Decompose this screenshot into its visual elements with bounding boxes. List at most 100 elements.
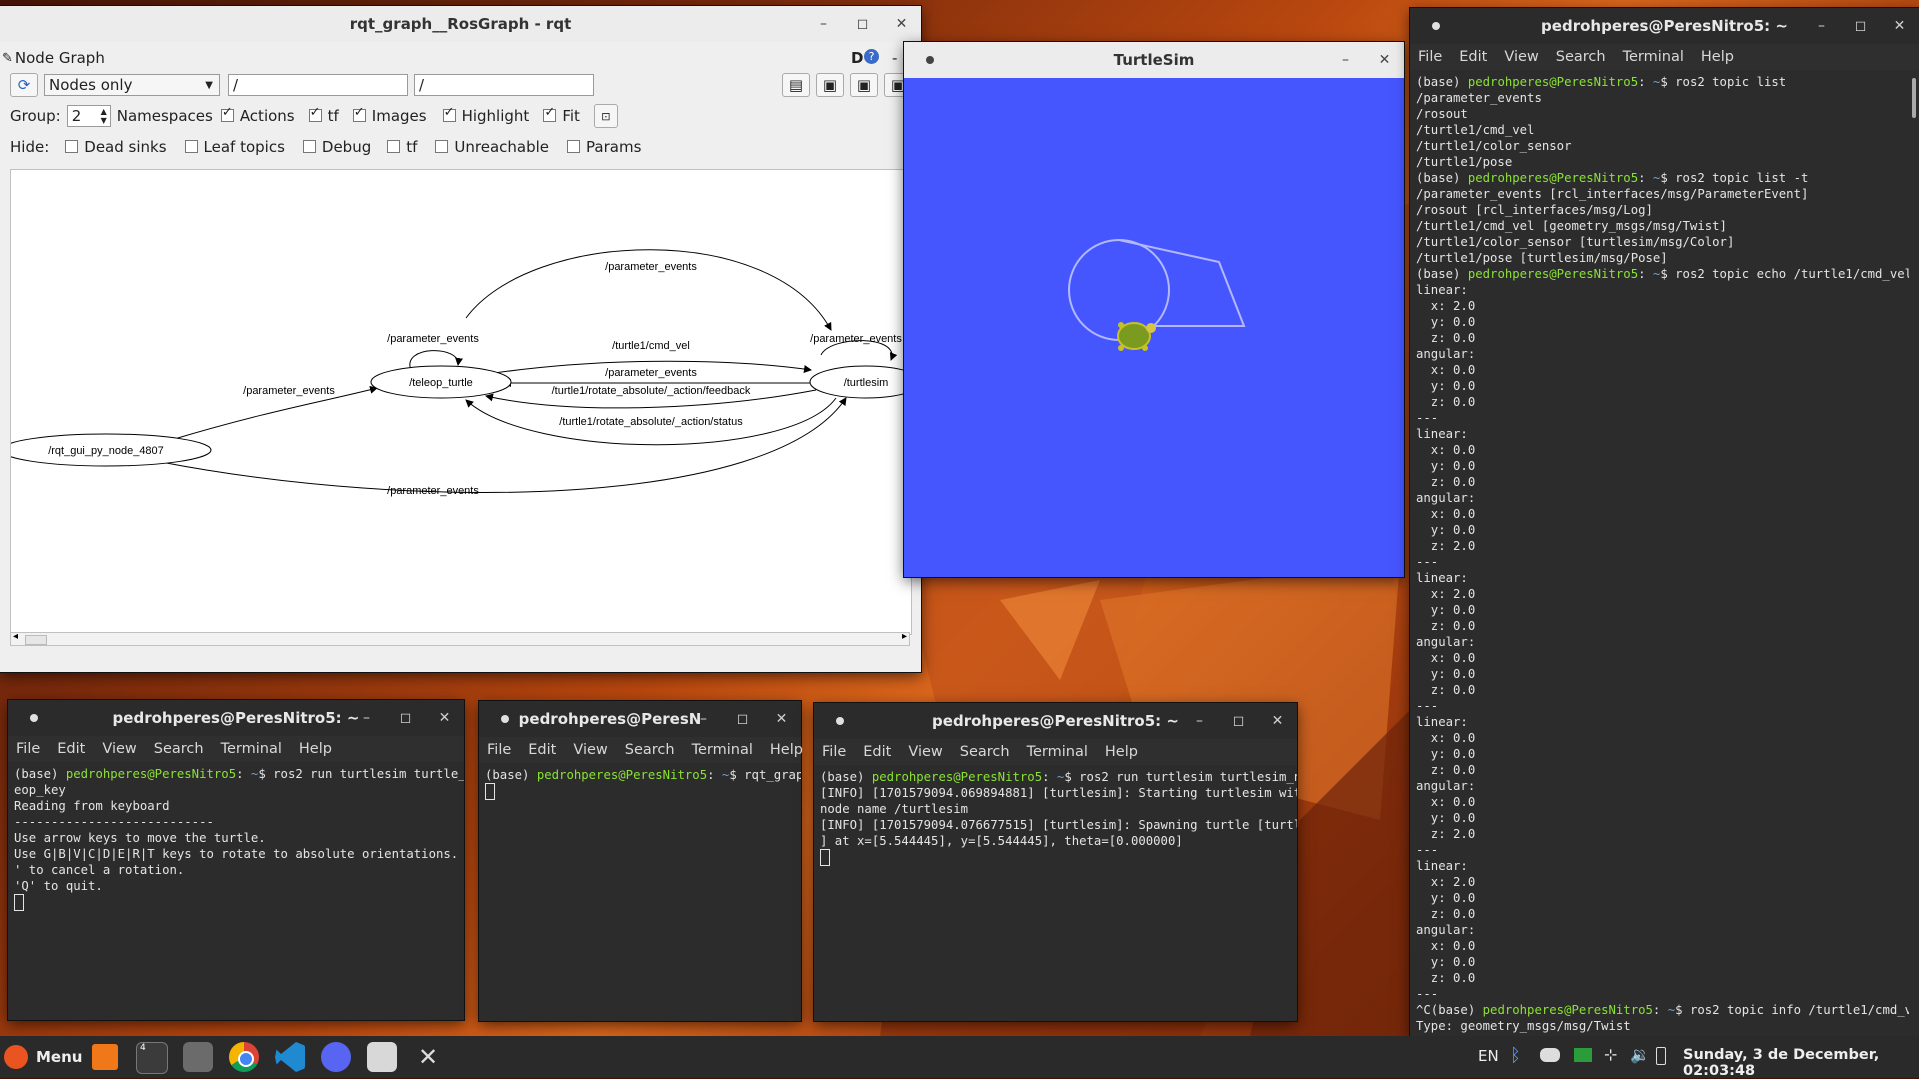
terminal-teleop-titlebar[interactable]: pedrohperes@PeresNitro5: ~ – ◻ ✕ bbox=[8, 700, 464, 736]
menu-help[interactable]: Help bbox=[1701, 49, 1734, 65]
tools-icon[interactable]: ✕ bbox=[413, 1042, 443, 1072]
highlight-checkbox[interactable]: Highlight bbox=[442, 105, 529, 125]
menu-view[interactable]: View bbox=[908, 744, 942, 760]
fit-view-button[interactable]: ⊡ bbox=[593, 104, 618, 128]
close-icon[interactable]: ✕ bbox=[1365, 52, 1404, 68]
terminal-right-output[interactable]: (base) pedrohperes@PeresNitro5: ~$ ros2 … bbox=[1410, 70, 1919, 1036]
tf-checkbox[interactable]: tf bbox=[308, 105, 339, 125]
window-menu-dot-icon[interactable] bbox=[501, 715, 509, 723]
menu-search[interactable]: Search bbox=[154, 741, 204, 757]
scroll-right-icon[interactable]: ▸ bbox=[902, 631, 907, 642]
menu-terminal[interactable]: Terminal bbox=[1027, 744, 1088, 760]
minimize-icon[interactable]: – bbox=[1180, 713, 1219, 729]
minimize-icon[interactable]: – bbox=[804, 16, 843, 32]
terminal-icon[interactable]: 4 bbox=[136, 1042, 168, 1074]
terminal-right-scrollbar[interactable] bbox=[1909, 70, 1919, 1036]
menu-help[interactable]: Help bbox=[770, 742, 803, 758]
menu-view[interactable]: View bbox=[102, 741, 136, 757]
menu-edit[interactable]: Edit bbox=[1459, 49, 1487, 65]
node-filter-input[interactable]: / bbox=[228, 74, 408, 96]
menu-search[interactable]: Search bbox=[1556, 49, 1606, 65]
unreachable-check[interactable] bbox=[435, 140, 449, 153]
spin-arrows-icon[interactable]: ▲ ▼ bbox=[101, 107, 107, 125]
turtlesim-titlebar[interactable]: TurtleSim – ✕ bbox=[904, 42, 1404, 78]
leaf-topics-check[interactable] bbox=[184, 140, 198, 153]
debug-checkbox[interactable]: Debug bbox=[302, 138, 371, 156]
chrome-icon[interactable] bbox=[229, 1042, 259, 1072]
menu-help[interactable]: Help bbox=[1105, 744, 1138, 760]
menu-terminal[interactable]: Terminal bbox=[1623, 49, 1684, 65]
window-menu-dot-icon[interactable] bbox=[836, 717, 844, 725]
image-viewer-icon[interactable] bbox=[367, 1042, 397, 1072]
maximize-icon[interactable]: ◻ bbox=[723, 711, 762, 727]
plugin-close-icon[interactable]: - bbox=[892, 49, 897, 67]
menu-terminal[interactable]: Terminal bbox=[221, 741, 282, 757]
close-icon[interactable]: ✕ bbox=[882, 16, 921, 32]
menu-edit[interactable]: Edit bbox=[863, 744, 891, 760]
discord-tray-icon[interactable] bbox=[1540, 1048, 1560, 1062]
volume-icon[interactable]: 🔉 bbox=[1630, 1045, 1650, 1064]
menu-search[interactable]: Search bbox=[960, 744, 1010, 760]
images-check[interactable] bbox=[352, 105, 366, 122]
highlight-check[interactable] bbox=[442, 105, 456, 122]
terminal-rqt-titlebar[interactable]: pedrohperes@PeresN – ◻ ✕ bbox=[479, 701, 801, 737]
leaf-topics-checkbox[interactable]: Leaf topics bbox=[184, 138, 285, 156]
menu-help[interactable]: Help bbox=[299, 741, 332, 757]
hide-tf-check[interactable] bbox=[387, 140, 401, 153]
group-spinbox[interactable]: 2 ▲ ▼ bbox=[66, 105, 111, 127]
terminal-right-titlebar[interactable]: pedrohperes@PeresNitro5: ~ – ◻ ✕ bbox=[1410, 8, 1919, 44]
dead-sinks-check[interactable] bbox=[65, 140, 79, 153]
terminal-turtlesim-titlebar[interactable]: pedrohperes@PeresNitro5: ~ – ◻ ✕ bbox=[814, 703, 1297, 739]
terminal-turtlesim-output[interactable]: (base) pedrohperes@PeresNitro5: ~$ ros2 … bbox=[814, 765, 1297, 1021]
close-icon[interactable]: ✕ bbox=[762, 711, 801, 727]
edge-pe-gui-turtlesim[interactable] bbox=[160, 397, 847, 493]
minimize-icon[interactable]: – bbox=[684, 711, 723, 727]
tf-check[interactable] bbox=[308, 105, 322, 122]
menu-file[interactable]: File bbox=[16, 741, 40, 757]
close-icon[interactable]: ✕ bbox=[1258, 713, 1297, 729]
graph-horizontal-scrollbar[interactable]: ◂ ▸ bbox=[10, 631, 910, 646]
fit-checkbox[interactable]: Fit bbox=[543, 105, 580, 125]
maximize-icon[interactable]: ◻ bbox=[1219, 713, 1258, 729]
menu-view[interactable]: View bbox=[573, 742, 607, 758]
close-icon[interactable]: ✕ bbox=[425, 710, 464, 726]
menu-view[interactable]: View bbox=[1504, 49, 1538, 65]
menu-file[interactable]: File bbox=[1418, 49, 1442, 65]
save-svg-button[interactable]: ▣ bbox=[850, 73, 878, 97]
scroll-thumb[interactable] bbox=[1912, 78, 1916, 118]
debug-check[interactable] bbox=[302, 140, 316, 153]
minimize-icon[interactable]: – bbox=[1326, 52, 1365, 68]
fit-check[interactable] bbox=[543, 105, 557, 122]
network-icon[interactable]: ⊹ bbox=[1604, 1045, 1617, 1064]
graph-canvas[interactable]: /teleop_turtle /turtlesim /rqt_gui_py_no… bbox=[0, 169, 923, 635]
menu-terminal[interactable]: Terminal bbox=[692, 742, 753, 758]
menu-file[interactable]: File bbox=[487, 742, 511, 758]
battery-icon[interactable] bbox=[1656, 1047, 1666, 1065]
close-icon[interactable]: ✕ bbox=[1880, 18, 1919, 34]
images-checkbox[interactable]: Images bbox=[352, 105, 427, 125]
clock[interactable]: Sunday, 3 de December, 02:03:48 bbox=[1683, 1047, 1919, 1079]
maximize-icon[interactable]: ◻ bbox=[843, 16, 882, 32]
maximize-icon[interactable]: ◻ bbox=[386, 710, 425, 726]
params-check[interactable] bbox=[567, 140, 581, 153]
refresh-button[interactable]: ⟳ bbox=[10, 73, 38, 97]
menu-search[interactable]: Search bbox=[625, 742, 675, 758]
vscode-icon[interactable] bbox=[275, 1042, 305, 1072]
scroll-thumb[interactable] bbox=[25, 635, 47, 645]
terminal-teleop-output[interactable]: (base) pedrohperes@PeresNitro5: ~$ ros2 … bbox=[8, 762, 464, 1020]
discord-icon[interactable] bbox=[321, 1042, 351, 1072]
flag-tray-icon[interactable] bbox=[1574, 1048, 1592, 1062]
scroll-left-icon[interactable]: ◂ bbox=[13, 631, 18, 642]
maximize-icon[interactable]: ◻ bbox=[1841, 18, 1880, 34]
save-dot-button[interactable]: ▣ bbox=[816, 73, 844, 97]
graph-type-dropdown[interactable]: Nodes only ▼ bbox=[44, 74, 220, 96]
load-dot-button[interactable]: ▤ bbox=[782, 73, 810, 97]
actions-checkbox[interactable]: Actions bbox=[220, 105, 295, 125]
params-checkbox[interactable]: Params bbox=[567, 138, 641, 156]
dead-sinks-checkbox[interactable]: Dead sinks bbox=[65, 138, 167, 156]
help-icon[interactable]: ? bbox=[864, 49, 879, 64]
orange-app-icon[interactable] bbox=[92, 1044, 118, 1070]
window-menu-dot-icon[interactable] bbox=[1432, 22, 1440, 30]
terminal-rqt-output[interactable]: (base) pedrohperes@PeresNitro5: ~$ rqt_g… bbox=[479, 763, 801, 1021]
menu-button[interactable]: Menu bbox=[4, 1042, 82, 1072]
